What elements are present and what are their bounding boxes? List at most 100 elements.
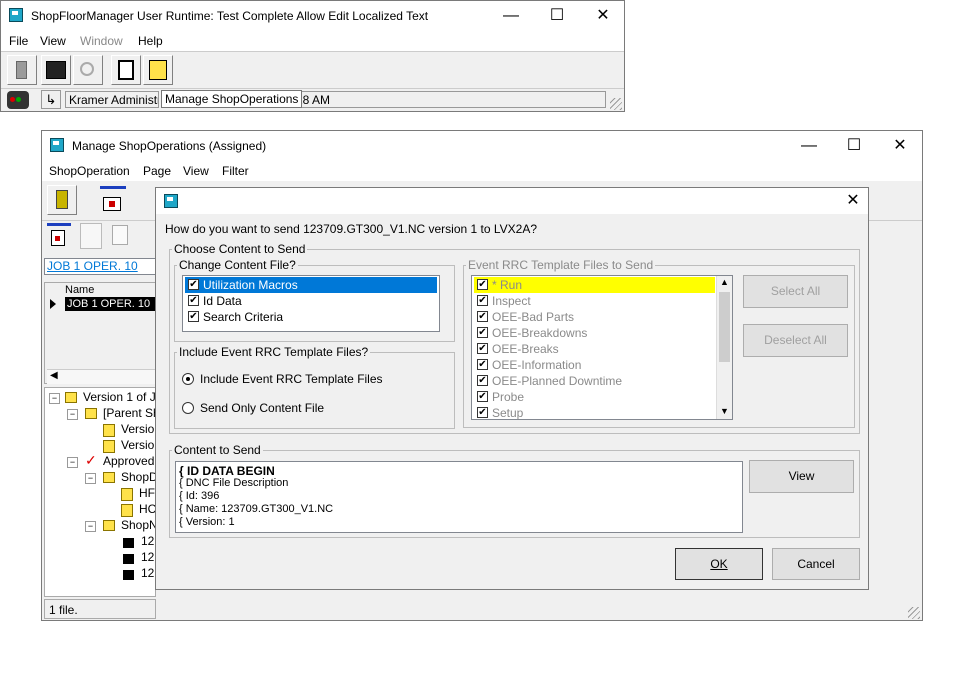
scroll-left-icon[interactable]: ◀ <box>50 370 58 381</box>
checkbox-icon[interactable]: ✔ <box>477 327 488 338</box>
ok-button[interactable]: OK <box>675 548 763 580</box>
menu-view[interactable]: View <box>40 34 66 48</box>
checkbox-icon[interactable]: ✔ <box>188 279 199 290</box>
runtime-titlebar: ShopFloorManager User Runtime: Test Comp… <box>1 1 624 31</box>
event-file-item[interactable]: ✔ OEE-Breaks <box>474 341 715 357</box>
grid-header[interactable]: Name <box>65 284 155 297</box>
dialog-close-button[interactable]: ✕ <box>830 188 876 214</box>
manage-print-icon[interactable] <box>100 186 126 214</box>
content-file-item[interactable]: ✔ Id Data <box>185 293 437 309</box>
close-button[interactable]: ✕ <box>580 1 626 31</box>
send-tool-button[interactable] <box>111 55 141 85</box>
manage-shopoperations-button[interactable] <box>143 55 173 85</box>
event-file-list[interactable]: ✔ Setup ✔ Probe ✔ OEE-Planned Downtime ✔ OEE-In… <box>471 275 733 420</box>
include-event-radio-label[interactable]: Include Event RRC Template Files <box>200 372 383 386</box>
event-file-item[interactable]: ✔ OEE-Planned Downtime <box>474 373 715 389</box>
document-send-icon <box>118 60 134 80</box>
event-file-item[interactable]: ✔ OEE-Breakdowns <box>474 325 715 341</box>
tree-node-hc[interactable]: HC <box>139 502 156 516</box>
blank-doc-icon[interactable] <box>80 223 102 249</box>
dialog-app-icon <box>164 194 178 208</box>
tooltip: Manage ShopOperations <box>161 90 303 108</box>
checkbox-icon[interactable]: ✔ <box>477 391 488 402</box>
minimize-button[interactable]: — <box>488 1 534 31</box>
checkbox-icon[interactable]: ✔ <box>477 343 488 354</box>
tree-expander[interactable]: − <box>49 393 60 404</box>
event-file-item[interactable]: ✔ Inspect <box>474 293 715 309</box>
resize-grip-icon[interactable] <box>610 98 622 110</box>
tree-node-version[interactable]: Version 1 of JO <box>83 390 165 404</box>
runtime-statusbar: ↳ Kramer Administrato 5:18 AM Manage Sho… <box>1 88 624 112</box>
event-list-scrollbar[interactable]: ▲ ▼ <box>716 276 732 419</box>
search-tool-button[interactable] <box>73 55 103 85</box>
select-all-button[interactable]: Select All <box>743 275 848 308</box>
file-icon <box>121 504 133 517</box>
checkbox-icon[interactable]: ✔ <box>188 311 199 322</box>
choose-content-label: Choose Content to Send <box>172 242 308 256</box>
checkbox-icon[interactable]: ✔ <box>188 295 199 306</box>
exit-tool-button[interactable] <box>7 55 37 85</box>
menu-file[interactable]: File <box>9 34 28 48</box>
maximize-button[interactable]: ☐ <box>534 1 580 31</box>
include-event-group: Include Event RRC Template Files? Includ… <box>174 345 455 429</box>
doc-tool-icon[interactable] <box>47 223 71 249</box>
chart-tool-button[interactable] <box>41 55 71 85</box>
include-event-radio[interactable] <box>182 373 194 385</box>
tree-expander[interactable]: − <box>67 409 78 420</box>
menu-shopoperation[interactable]: ShopOperation <box>49 164 130 178</box>
menu-help[interactable]: Help <box>138 34 163 48</box>
tree-node-hf[interactable]: HF <box>139 486 155 500</box>
tree-node-machine-1[interactable]: 12 <box>141 534 154 548</box>
checkbox-icon[interactable]: ✔ <box>477 311 488 322</box>
content-file-item[interactable]: ✔ Search Criteria <box>185 309 437 325</box>
menu-filter[interactable]: Filter <box>222 164 249 178</box>
grid-row[interactable]: JOB 1 OPER. 10 <box>65 297 157 311</box>
event-file-item[interactable]: ✔ Setup <box>474 405 715 421</box>
manage-resize-grip-icon[interactable] <box>908 607 920 619</box>
tree-node-machine-2[interactable]: 12 <box>141 550 154 564</box>
send-only-radio[interactable] <box>182 402 194 414</box>
content-file-item[interactable]: ✔ Utilization Macros <box>185 277 437 293</box>
checkbox-icon[interactable]: ✔ <box>477 407 488 418</box>
content-preview[interactable]: { ID DATA BEGIN{ DNC File Description{ I… <box>175 461 743 533</box>
event-file-item[interactable]: ✔ * Run <box>474 277 715 293</box>
menu-view[interactable]: View <box>183 164 209 178</box>
scroll-thumb[interactable] <box>719 292 730 362</box>
checkbox-icon[interactable]: ✔ <box>477 359 488 370</box>
grid-hscroll[interactable]: ◀ <box>47 369 155 384</box>
transfer-doc-icon[interactable] <box>110 223 134 249</box>
menu-page[interactable]: Page <box>143 164 171 178</box>
tree-node-machine-3[interactable]: 12 <box>141 566 154 580</box>
change-content-group: Change Content File? ✔ Utilization Macros… <box>174 258 455 342</box>
menu-window[interactable]: Window <box>80 34 123 48</box>
tree-expander[interactable]: − <box>85 473 96 484</box>
magnifier-icon <box>80 62 94 76</box>
event-file-item[interactable]: ✔ Probe <box>474 389 715 405</box>
checkbox-icon[interactable]: ✔ <box>477 279 488 290</box>
content-file-label: Utilization Macros <box>203 278 298 292</box>
content-to-send-group: Content to Send { ID DATA BEGIN{ DNC Fil… <box>169 443 860 538</box>
job-field[interactable]: JOB 1 OPER. 10 <box>44 258 156 275</box>
event-file-item[interactable]: ✔ OEE-Bad Parts <box>474 309 715 325</box>
scroll-up-icon[interactable]: ▲ <box>720 277 729 287</box>
tree-expander[interactable]: − <box>85 521 96 532</box>
manage-exit-button[interactable] <box>47 185 77 215</box>
content-file-list[interactable]: ✔ Utilization Macros ✔ Id Data ✔ Search Crite… <box>182 275 440 332</box>
manage-minimize-button[interactable]: — <box>786 131 832 161</box>
send-only-radio-label[interactable]: Send Only Content File <box>200 401 324 415</box>
tree-expander[interactable]: − <box>67 457 78 468</box>
event-file-item[interactable]: ✔ OEE-Information <box>474 357 715 373</box>
manage-title: Manage ShopOperations (Assigned) <box>72 139 267 153</box>
door-icon <box>16 61 27 79</box>
manage-close-button[interactable]: ✕ <box>877 131 923 161</box>
scroll-down-icon[interactable]: ▼ <box>720 406 729 416</box>
deselect-all-button[interactable]: Deselect All <box>743 324 848 357</box>
cancel-button[interactable]: Cancel <box>772 548 860 580</box>
checkbox-icon[interactable]: ✔ <box>477 295 488 306</box>
view-button[interactable]: View <box>749 460 854 493</box>
manage-maximize-button[interactable]: ☐ <box>831 131 877 161</box>
tree-node-shopd[interactable]: ShopD <box>121 470 158 484</box>
tree-node-parent[interactable]: [Parent Sh <box>103 406 160 420</box>
checkbox-icon[interactable]: ✔ <box>477 375 488 386</box>
tree-node-shopn[interactable]: ShopN <box>121 518 158 532</box>
